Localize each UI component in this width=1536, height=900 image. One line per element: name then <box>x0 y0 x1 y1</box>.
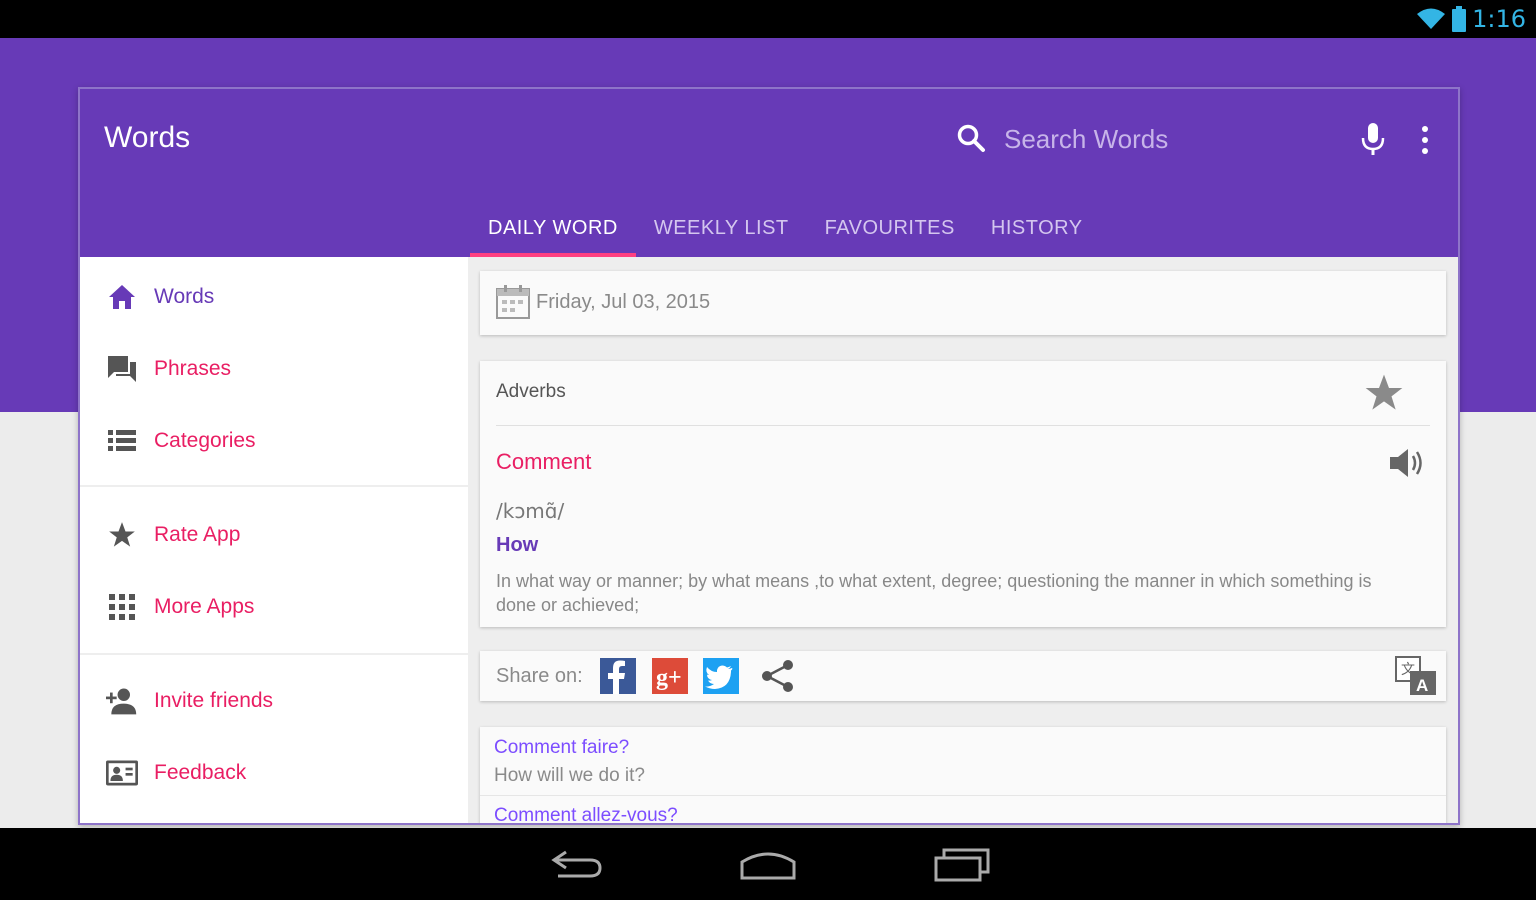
apps-grid-icon <box>106 591 138 623</box>
sidebar-item-label: More Apps <box>154 595 255 618</box>
list-item[interactable]: Comment faire? How will we do it? <box>480 727 1446 797</box>
sidebar-item-label: Categories <box>154 429 256 452</box>
sidebar-item-label: Words <box>154 285 215 308</box>
contact-card-icon <box>106 757 138 789</box>
battery-icon <box>1452 6 1467 32</box>
microphone-icon[interactable] <box>1360 123 1386 157</box>
back-icon[interactable] <box>548 846 608 882</box>
word-title: Comment <box>496 449 592 474</box>
tab-bar: DAILY WORD WEEKLY LIST FAVOURITES HISTOR… <box>470 199 1101 257</box>
svg-text:g+: g+ <box>656 665 682 691</box>
list-item[interactable]: Comment allez-vous? <box>480 795 1446 825</box>
navigation-drawer: Words Phrases Categories Rate App More A… <box>80 257 468 823</box>
recent-apps-icon[interactable] <box>932 846 992 882</box>
home-icon <box>106 281 138 313</box>
sidebar-item-label: Rate App <box>154 523 241 546</box>
twitter-icon[interactable] <box>703 658 739 694</box>
calendar-icon <box>496 285 530 319</box>
pronunciation: /kɔmɑ̃/ <box>496 499 565 523</box>
sidebar-item-label: Phrases <box>154 357 232 380</box>
tab-favourites[interactable]: FAVOURITES <box>807 199 973 257</box>
app-title: Words <box>104 121 191 154</box>
meaning-title: How <box>496 534 539 556</box>
share-label: Share on: <box>496 665 583 687</box>
sidebar-divider <box>80 485 468 487</box>
speaker-icon[interactable] <box>1388 445 1428 481</box>
svg-text:A: A <box>1416 676 1428 695</box>
sidebar-item-categories[interactable]: Categories <box>80 411 468 471</box>
facebook-icon[interactable] <box>600 658 636 694</box>
google-plus-icon[interactable]: g+ <box>652 658 688 694</box>
word-card: Adverbs Comment /kɔmɑ̃/ How In what way … <box>480 361 1446 627</box>
sidebar-item-label: Invite friends <box>154 689 274 712</box>
status-time: 1:16 <box>1472 5 1526 33</box>
chat-icon <box>106 353 138 385</box>
tab-history[interactable]: HISTORY <box>973 199 1101 257</box>
favourite-star-icon[interactable] <box>1364 373 1404 413</box>
sidebar-item-label: Feedback <box>154 761 247 784</box>
word-definition: In what way or manner; by what means ,to… <box>496 571 1372 615</box>
system-navigation-bar <box>0 828 1536 900</box>
date-card: Friday, Jul 03, 2015 <box>480 271 1446 335</box>
star-icon <box>106 519 138 551</box>
share-icon[interactable] <box>760 658 796 694</box>
word-date: Friday, Jul 03, 2015 <box>536 291 711 313</box>
overflow-menu-icon[interactable] <box>1420 125 1430 155</box>
sidebar-item-phrases[interactable]: Phrases <box>80 339 468 399</box>
tab-weekly-list[interactable]: WEEKLY LIST <box>636 199 807 257</box>
search-icon[interactable] <box>956 123 986 153</box>
phrases-list: Comment faire? How will we do it? Commen… <box>480 727 1446 825</box>
sidebar-item-feedback[interactable]: Feedback <box>80 743 468 803</box>
phrase-text: Comment faire? <box>494 737 630 758</box>
person-add-icon <box>106 685 138 717</box>
word-category: Adverbs <box>496 381 566 402</box>
sidebar-item-more-apps[interactable]: More Apps <box>80 577 468 637</box>
wifi-icon <box>1417 8 1446 29</box>
sidebar-item-words[interactable]: Words <box>80 267 468 327</box>
home-button-icon[interactable] <box>738 846 798 882</box>
share-bar: Share on: g+ 文 A <box>480 651 1446 701</box>
sidebar-divider <box>80 653 468 655</box>
tab-daily-word[interactable]: DAILY WORD <box>470 199 636 257</box>
search-input[interactable] <box>1004 119 1304 159</box>
phrase-translation: How will we do it? <box>494 765 645 786</box>
list-icon <box>106 425 138 457</box>
app-bar: Words DAILY WORD WEEKLY LIST FAVOURITES … <box>80 89 1458 257</box>
sidebar-item-rate-app[interactable]: Rate App <box>80 505 468 565</box>
status-indicators: 1:16 <box>1416 4 1526 34</box>
phrase-text: Comment allez-vous? <box>494 805 678 825</box>
card-divider <box>496 425 1430 426</box>
sidebar-item-invite-friends[interactable]: Invite friends <box>80 671 468 731</box>
status-bar: 1:16 <box>0 0 1536 38</box>
svg-text:文: 文 <box>1401 661 1415 677</box>
app-window: Words DAILY WORD WEEKLY LIST FAVOURITES … <box>78 87 1460 825</box>
translate-icon[interactable]: 文 A <box>1394 655 1438 697</box>
